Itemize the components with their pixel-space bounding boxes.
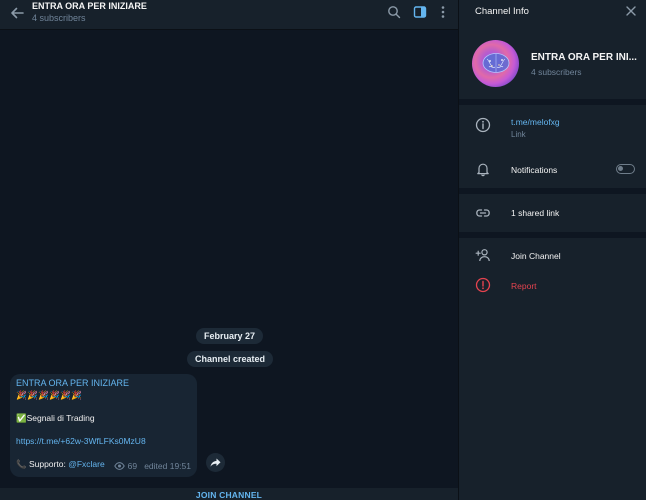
forward-button[interactable] [206,453,225,472]
chat-header: ENTRA ORA PER INIZIARE 4 subscribers [0,0,458,30]
link-icon [476,209,490,217]
channel-subscriber-count: 4 subscribers [531,67,582,77]
edited-time: edited 19:51 [144,461,191,471]
more-vertical-icon[interactable] [436,5,450,19]
channel-link-caption: Link [511,130,526,139]
close-icon[interactable] [625,5,637,17]
shared-links-label: 1 shared link [511,208,560,218]
bell-icon [477,163,489,177]
message-signal-text: ✅Segnali di Trading [16,413,95,423]
channel-link[interactable]: t.me/melofxg [511,117,560,127]
chat-area: ENTRA ORA PER INIZIARE 4 subscribers Feb… [0,0,458,500]
section-divider [459,99,646,105]
eye-icon [114,462,126,470]
notifications-toggle[interactable] [616,164,635,174]
message-author[interactable]: ENTRA ORA PER INIZIARE [16,378,129,388]
support-prefix: 📞 Supporto: [16,459,66,469]
join-channel-bar[interactable]: JOIN CHANNEL [0,488,458,500]
support-handle-link[interactable]: @Fxclare [68,459,105,469]
report-label[interactable]: Report [511,281,537,291]
date-divider: February 27 [196,328,264,344]
info-icon [475,117,491,133]
join-channel-label[interactable]: Join Channel [511,251,561,261]
channel-subscribers: 4 subscribers [32,13,86,23]
section-divider [459,232,646,238]
brain-icon [482,53,510,73]
message-bubble[interactable]: ENTRA ORA PER INIZIARE 🎉🎉🎉🎉🎉🎉 ✅Segnali d… [10,374,197,477]
toggle-knob [618,166,623,171]
add-user-icon [475,249,490,262]
forward-icon [210,458,221,467]
message-meta: 69 edited 19:51 [114,461,191,471]
message-emoji-line: 🎉🎉🎉🎉🎉🎉 [16,390,83,400]
join-channel-button[interactable]: JOIN CHANNEL [0,490,458,500]
channel-name: ENTRA ORA PER INI... [531,52,637,63]
service-message: Channel created [187,351,274,367]
channel-avatar[interactable] [472,40,519,87]
message-support-line: 📞 Supporto: @Fxclare [16,459,105,470]
section-divider [459,188,646,194]
channel-title[interactable]: ENTRA ORA PER INIZIARE [32,1,147,11]
sidebar-panel-icon[interactable] [413,5,427,19]
notifications-label: Notifications [511,165,558,175]
report-icon [475,277,491,293]
panel-title: Channel Info [475,6,529,17]
view-count: 69 [127,461,138,471]
message-link[interactable]: https://t.me/+62w-3WfLFKs0MzU8 [16,436,146,446]
arrow-left-icon[interactable] [8,4,26,22]
channel-info-panel: Channel Info ENTRA ORA PER INI... 4 subs… [458,0,646,500]
search-icon[interactable] [387,5,401,19]
